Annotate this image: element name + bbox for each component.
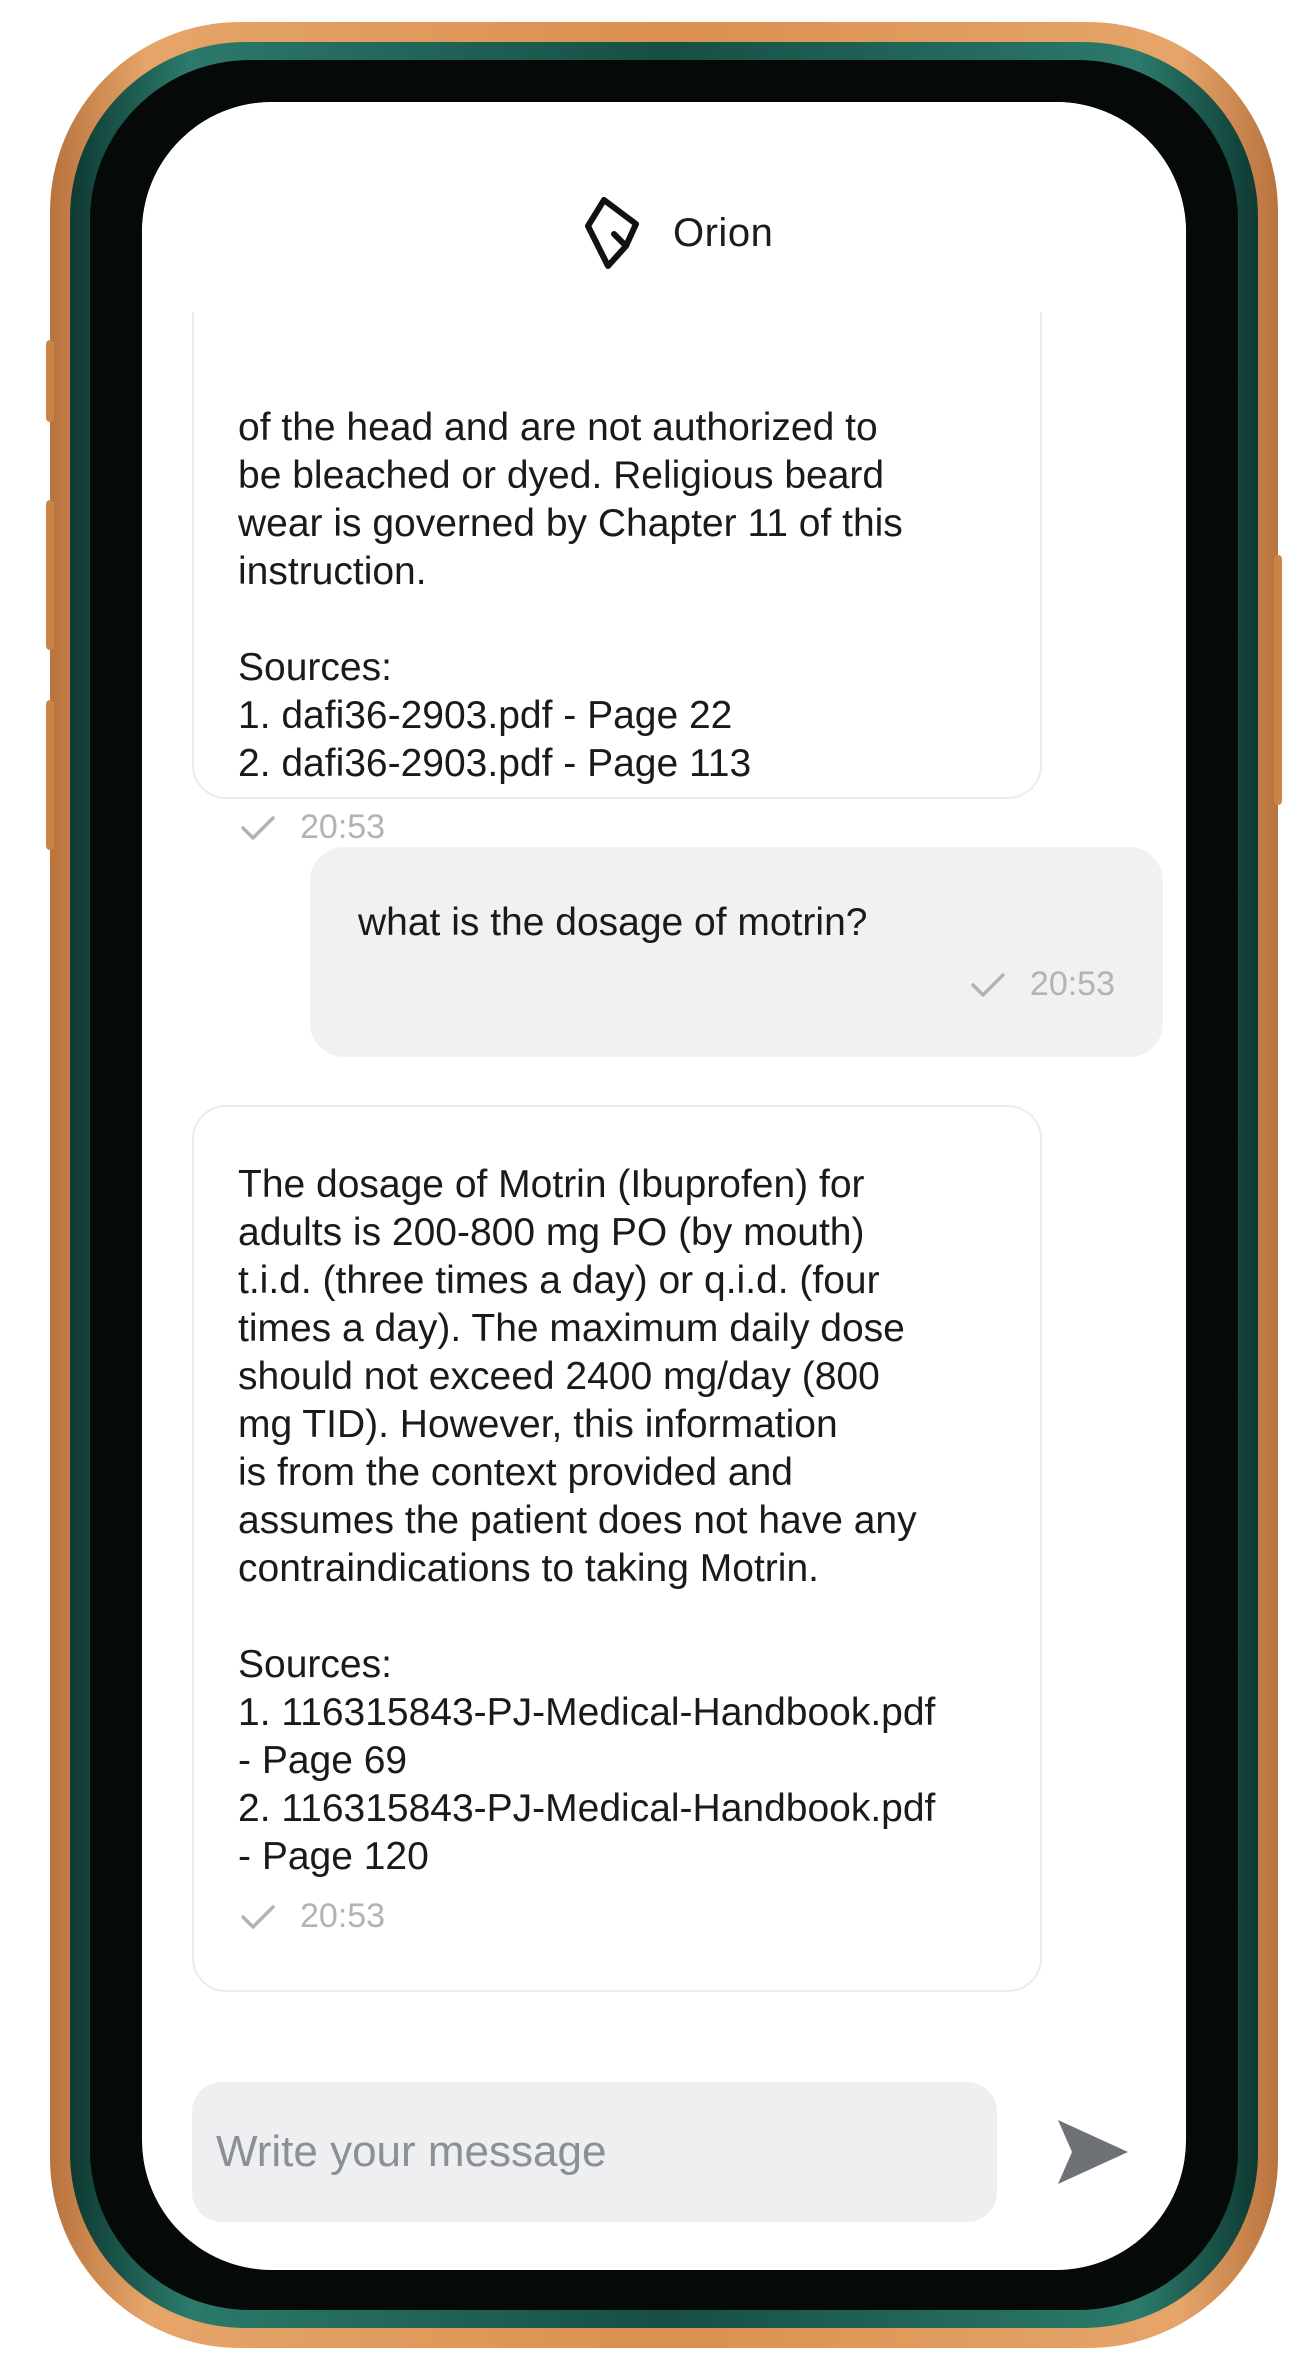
- mute-switch: [46, 340, 54, 422]
- message-text: of the head and are not authorized to be…: [238, 406, 903, 785]
- check-icon: [240, 1903, 276, 1931]
- message-meta: 20:53: [970, 965, 1115, 1004]
- message-input[interactable]: [192, 2082, 997, 2222]
- user-message: what is the dosage of motrin? 20:53: [310, 847, 1163, 1057]
- check-icon: [970, 971, 1006, 999]
- send-button[interactable]: [1052, 2114, 1132, 2190]
- message-time: 20:53: [300, 808, 386, 846]
- message-text: The dosage of Motrin (Ibuprofen) for adu…: [238, 1163, 936, 1878]
- phone-screen: Orion of the head and are not authorized…: [142, 102, 1186, 2270]
- check-icon: [240, 814, 276, 842]
- orion-logo-icon: [582, 194, 646, 274]
- volume-down-button: [46, 700, 54, 850]
- message-meta: 20:53: [240, 808, 385, 847]
- message-time: 20:53: [1029, 965, 1115, 1003]
- volume-up-button: [46, 500, 54, 650]
- assistant-message: The dosage of Motrin (Ibuprofen) for adu…: [192, 1105, 1042, 1992]
- message-text: what is the dosage of motrin?: [358, 901, 868, 944]
- chat-header: Orion: [142, 102, 1186, 312]
- send-icon: [1052, 2120, 1132, 2194]
- message-time: 20:53: [300, 1897, 386, 1935]
- app-title: Orion: [673, 211, 774, 255]
- message-meta: 20:53: [240, 1897, 385, 1936]
- power-button: [1274, 555, 1282, 805]
